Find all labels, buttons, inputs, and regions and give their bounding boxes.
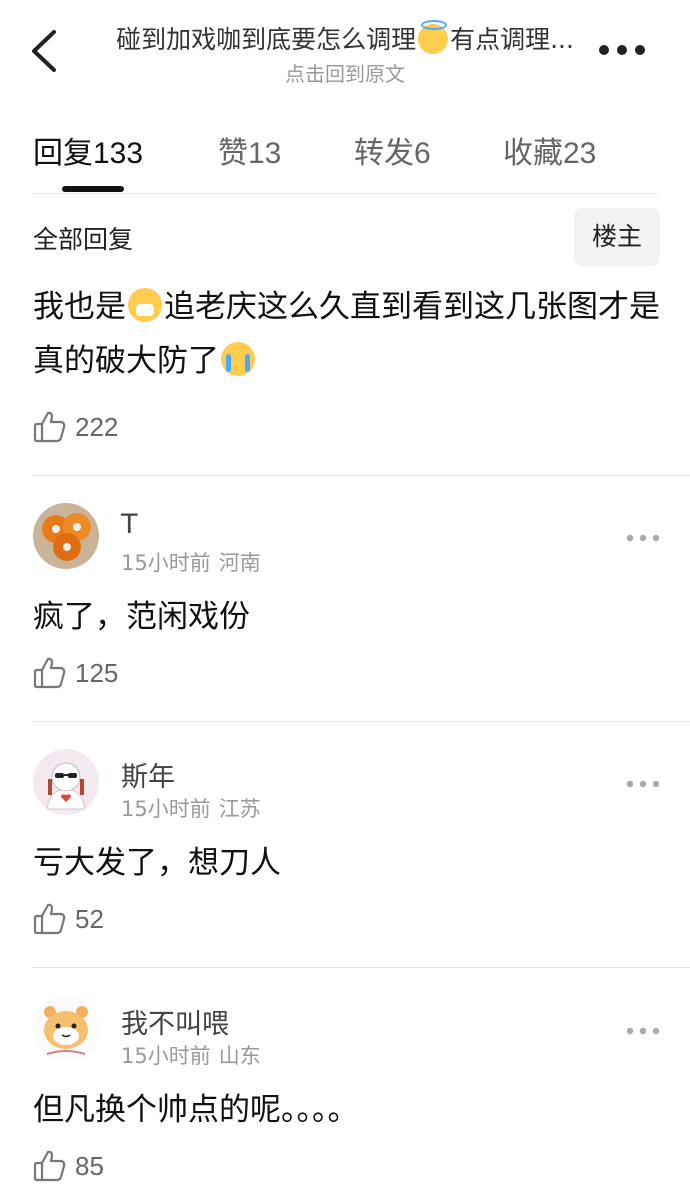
- tab-reposts-label: 转发: [354, 136, 414, 171]
- owner-only-button[interactable]: 楼主: [574, 208, 660, 266]
- reply-like-button[interactable]: 52: [33, 901, 104, 937]
- username[interactable]: 我不叫喂: [121, 1002, 229, 1041]
- tab-favorites[interactable]: 收藏23: [503, 128, 596, 172]
- reply-location: 江苏: [218, 797, 261, 821]
- tab-reposts[interactable]: 转发6: [354, 128, 431, 172]
- top-bar: 碰到加戏咖到底要怎么调理 有点调理... 点击回到原文: [0, 0, 690, 100]
- more-dots-icon[interactable]: [626, 1026, 660, 1036]
- reply-time: 15小时前: [121, 551, 211, 575]
- reply-text: 疯了，范闲戏份: [33, 599, 250, 635]
- avatar-image: [33, 996, 99, 1062]
- thumbs-up-icon: [33, 411, 66, 443]
- avatar[interactable]: [33, 996, 99, 1062]
- tab-bar: 回复133 赞13 转发6 收藏23: [0, 120, 690, 194]
- main-comment-part-1: 我也是: [33, 289, 126, 325]
- avatar[interactable]: [33, 749, 99, 815]
- reply-like-button[interactable]: 85: [33, 1148, 104, 1184]
- thumbs-up-icon: [33, 903, 66, 935]
- reply-location: 河南: [218, 551, 261, 575]
- tab-favorites-label: 收藏: [503, 136, 563, 171]
- tab-replies-label: 回复: [33, 136, 93, 171]
- tab-likes[interactable]: 赞13: [218, 128, 281, 172]
- post-title[interactable]: 碰到加戏咖到底要怎么调理 有点调理...: [100, 20, 590, 56]
- more-dots-icon[interactable]: [598, 40, 646, 60]
- reply-text: 但凡换个帅点的呢。。。。: [33, 1092, 359, 1128]
- avatar[interactable]: [33, 503, 99, 569]
- tab-likes-label: 赞: [218, 136, 248, 171]
- avatar-image: [33, 749, 99, 815]
- divider: [32, 475, 690, 476]
- avatar-image: [33, 503, 99, 569]
- tab-favorites-count: 23: [563, 137, 597, 170]
- like-count: 125: [75, 657, 119, 688]
- back-to-original-link[interactable]: 点击回到原文: [100, 58, 590, 87]
- reply-location: 山东: [218, 1044, 261, 1068]
- username[interactable]: 斯年: [121, 755, 175, 794]
- crying-face-emoji-icon: [221, 342, 255, 376]
- like-count: 85: [75, 1150, 104, 1181]
- sick-face-emoji-icon: [128, 288, 162, 322]
- tab-likes-count: 13: [248, 137, 282, 170]
- like-count: 222: [75, 411, 119, 442]
- main-comment-text: 我也是 追老庆这么久直到看到这几张图才是真的破大防了: [33, 280, 663, 388]
- smiling-halo-emoji-icon: [418, 20, 449, 54]
- like-count: 52: [75, 903, 104, 934]
- reply-time: 15小时前: [121, 1044, 211, 1068]
- back-chevron-icon[interactable]: [26, 28, 62, 74]
- all-replies-heading: 全部回复: [33, 225, 134, 254]
- reply-meta: 15小时前 山东: [121, 1040, 261, 1070]
- tab-reposts-count: 6: [414, 137, 431, 170]
- reply-meta: 15小时前 河南: [121, 547, 261, 577]
- main-comment-like-button[interactable]: 222: [33, 409, 118, 445]
- reply-text: 亏大发了，想刀人: [33, 845, 281, 881]
- main-comment-part-2: 追老庆这么久直到看到这几张图才是真的破大防了: [33, 289, 660, 379]
- post-title-part-1: 碰到加戏咖到底要怎么调理: [116, 25, 417, 54]
- more-dots-icon[interactable]: [626, 533, 660, 543]
- thumbs-up-icon: [33, 1150, 66, 1182]
- reply-time: 15小时前: [121, 797, 211, 821]
- post-title-part-2: 有点调理...: [450, 25, 574, 54]
- tabs-divider: [32, 193, 658, 194]
- reply-meta: 15小时前 江苏: [121, 793, 261, 823]
- divider: [32, 967, 690, 968]
- divider: [32, 721, 690, 722]
- active-tab-indicator: [62, 186, 124, 192]
- tab-replies-count: 133: [93, 137, 144, 170]
- thumbs-up-icon: [33, 657, 66, 689]
- username[interactable]: T: [121, 509, 138, 540]
- tab-replies[interactable]: 回复133: [33, 128, 143, 172]
- reply-like-button[interactable]: 125: [33, 655, 118, 691]
- more-dots-icon[interactable]: [626, 779, 660, 789]
